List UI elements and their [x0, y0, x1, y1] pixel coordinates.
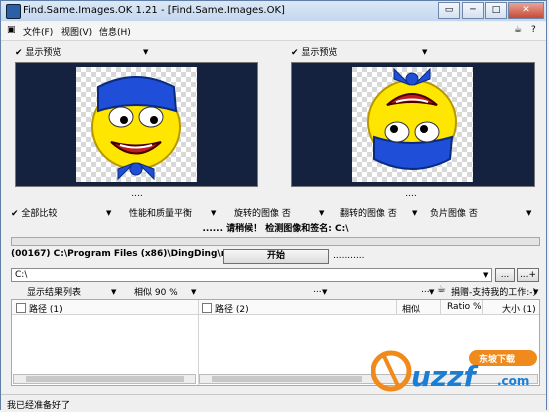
progress-bar	[11, 237, 540, 246]
left-preview-dots: ....	[131, 189, 143, 199]
right-scroll-thumb[interactable]	[212, 376, 362, 382]
path-trailer: ...........	[333, 251, 365, 261]
start-button[interactable]: 开始	[223, 249, 329, 264]
column-divider	[440, 300, 441, 314]
title-bar[interactable]: Find.Same.Images.OK 1.21 - [Find.Same.Im…	[1, 1, 546, 21]
toolbar-ellipsis-1[interactable]: ...	[313, 285, 322, 295]
cup-icon[interactable]: ☕	[514, 25, 522, 35]
flipped-images-select[interactable]: 翻转的图像 否	[340, 206, 397, 220]
negative-dropdown-icon[interactable]: ▼	[526, 209, 531, 217]
left-preview-pane	[15, 62, 258, 187]
menu-bar: ▣ 文件(F) 视图(V) 信息(H) ☕ ?	[1, 22, 546, 41]
donate-dropdown-icon[interactable]: ▼	[533, 288, 538, 296]
performance-dropdown-icon[interactable]: ▼	[211, 209, 216, 217]
maximize-button[interactable]: □	[485, 2, 507, 19]
column-divider	[198, 300, 199, 385]
smiley-image-right	[367, 67, 457, 170]
column-path-2-label: 路径 (2)	[215, 305, 249, 315]
app-window: Find.Same.Images.OK 1.21 - [Find.Same.Im…	[0, 0, 547, 411]
minimize-button[interactable]: ─	[462, 2, 484, 19]
right-preview-image	[352, 67, 473, 182]
donate-link[interactable]: 捐赠-支持我的工作:-)	[451, 285, 536, 298]
select-all-1-checkbox[interactable]	[16, 303, 26, 313]
ellipsis1-dropdown-icon[interactable]: ▼	[322, 288, 327, 296]
system-menu-button[interactable]: ▭	[438, 2, 460, 19]
performance-quality-select[interactable]: 性能和质量平衡	[129, 206, 192, 220]
column-path-2[interactable]: 路径 (2)	[202, 302, 249, 315]
menu-icon: ▣	[7, 25, 16, 35]
column-size-1[interactable]: 大小 (1)	[502, 302, 536, 315]
browse-button[interactable]: ...	[495, 268, 515, 282]
current-scan-path: (00167) C:\Program Files (x86)\DingDing\…	[11, 249, 255, 259]
watermark-text: uzzf	[411, 360, 476, 393]
app-icon	[6, 4, 21, 19]
show-list-dropdown-icon[interactable]: ▼	[111, 288, 116, 296]
right-preview-pane	[291, 62, 535, 187]
menu-info[interactable]: 信息(H)	[99, 25, 131, 38]
column-ratio[interactable]: Ratio %	[447, 302, 482, 312]
watermark-subtext: 东坡下载	[479, 355, 516, 365]
select-all-2-checkbox[interactable]	[202, 303, 212, 313]
add-folder-button[interactable]: ...+	[517, 268, 539, 282]
column-divider	[482, 300, 483, 314]
negative-images-select[interactable]: 负片图像 否	[430, 206, 478, 220]
column-divider	[396, 300, 397, 314]
column-path-1[interactable]: 路径 (1)	[16, 302, 63, 315]
scan-status-message: ...... 请稍候！ 检测图像和签名: C:\	[202, 224, 349, 234]
left-scroll-thumb[interactable]	[26, 376, 184, 382]
status-text: 我已经准备好了	[7, 401, 71, 411]
left-show-preview-toggle[interactable]: ✔ 显示预览	[15, 45, 61, 59]
rotated-images-select[interactable]: 旋转的图像 否	[234, 206, 291, 220]
compare-all-toggle[interactable]: ✔ 全部比较	[11, 206, 57, 220]
watermark-domain: .com	[497, 374, 530, 388]
show-result-list-select[interactable]: 显示结果列表	[27, 285, 81, 298]
right-preview-dropdown-icon[interactable]: ▼	[422, 48, 427, 56]
directory-input[interactable]: C:\	[11, 268, 492, 282]
column-path-1-label: 路径 (1)	[29, 305, 63, 315]
site-watermark: uzzf 东坡下载 .com	[370, 346, 541, 396]
menu-file[interactable]: 文件(F)	[23, 25, 53, 38]
left-preview-image	[76, 67, 197, 182]
donate-cup-icon[interactable]: ☕	[437, 284, 446, 295]
right-preview-dots: ....	[405, 189, 417, 199]
close-button[interactable]: ✕	[508, 2, 544, 19]
right-show-preview-toggle[interactable]: ✔ 显示预览	[291, 45, 337, 59]
status-bar: 我已经准备好了	[1, 394, 546, 411]
ellipsis2-dropdown-icon[interactable]: ▼	[429, 288, 434, 296]
rotated-dropdown-icon[interactable]: ▼	[319, 209, 324, 217]
column-similarity[interactable]: 相似	[402, 302, 420, 315]
similarity-select[interactable]: 相似 90 %	[134, 285, 178, 298]
results-table-header: 路径 (1) 路径 (2) 相似 Ratio % 大小 (1)	[12, 300, 539, 315]
help-icon[interactable]: ?	[531, 25, 536, 35]
left-show-preview-label: ✔ 显示预览	[15, 48, 62, 58]
flipped-dropdown-icon[interactable]: ▼	[412, 209, 417, 217]
smiley-image-left	[91, 76, 181, 181]
left-preview-dropdown-icon[interactable]: ▼	[143, 48, 148, 56]
compare-all-dropdown-icon[interactable]: ▼	[106, 209, 111, 217]
left-horizontal-scrollbar[interactable]	[13, 374, 196, 384]
directory-dropdown-icon[interactable]: ▼	[483, 271, 488, 279]
menu-view[interactable]: 视图(V)	[61, 25, 92, 38]
window-title: Find.Same.Images.OK 1.21 - [Find.Same.Im…	[23, 5, 285, 16]
right-show-preview-label: ✔ 显示预览	[291, 48, 338, 58]
similarity-dropdown-icon[interactable]: ▼	[191, 288, 196, 296]
